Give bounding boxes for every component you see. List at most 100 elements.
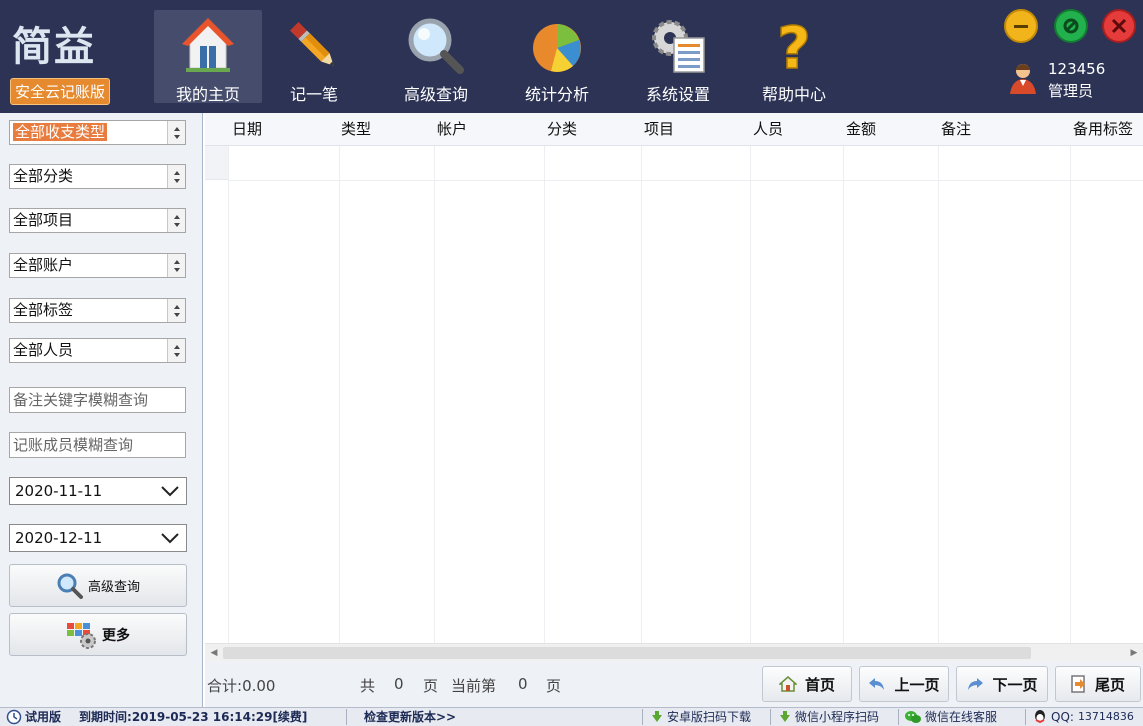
maximize-button[interactable] (1054, 9, 1088, 43)
date-to-value: 2020-12-11 (15, 529, 103, 547)
horizontal-scrollbar[interactable]: ◀ ▶ (205, 643, 1143, 661)
license-status: 试用版 (6, 708, 61, 726)
magnifier-icon (408, 18, 464, 74)
column-header-note[interactable]: 备注 (937, 113, 971, 146)
date-from-picker[interactable]: 2020-11-11 (9, 477, 187, 505)
column-header-date[interactable]: 日期 (228, 113, 262, 146)
filter-sidebar: 全部收支类型 全部分类 全部项目 全部账户 全部标签 全部人员 备注关键字模糊查… (0, 113, 203, 707)
android-download-link[interactable]: 安卓版扫码下载 (650, 708, 751, 726)
nav-statistics[interactable]: 统计分析 (503, 10, 611, 104)
wechat-mini-link[interactable]: 微信小程序扫码 (778, 708, 879, 726)
column-header-type[interactable]: 类型 (337, 113, 371, 146)
logo-subtitle: 安全云记账版 (10, 78, 111, 105)
scroll-left-icon[interactable]: ◀ (206, 645, 222, 661)
spinner-icon (167, 121, 185, 144)
android-download-label: 安卓版扫码下载 (667, 710, 752, 724)
category-filter-value: 全部分类 (13, 167, 74, 185)
row-selector[interactable] (205, 146, 228, 180)
qq-contact[interactable]: QQ: 13714836 (1032, 708, 1134, 726)
first-page-button[interactable]: 首页 (762, 666, 852, 702)
current-suffix: 页 (546, 677, 562, 695)
nav-record[interactable]: 记一笔 (260, 10, 368, 104)
member-filter-select[interactable]: 全部人员 (9, 338, 186, 363)
minimize-button[interactable] (1004, 9, 1038, 43)
column-header-project[interactable]: 项目 (640, 113, 674, 146)
project-filter-select[interactable]: 全部项目 (9, 208, 186, 233)
nav-help-label: 帮助中心 (761, 85, 826, 104)
column-header-amount[interactable]: 金额 (842, 113, 876, 146)
user-id: 123456 (1048, 60, 1106, 78)
close-button[interactable] (1102, 9, 1136, 43)
scrollbar-thumb[interactable] (223, 647, 1031, 659)
wechat-service-label: 微信在线客服 (925, 710, 998, 724)
advanced-search-button[interactable]: 高级查询 (9, 564, 187, 607)
pie-chart-icon (533, 24, 581, 72)
tag-filter-select[interactable]: 全部标签 (9, 298, 186, 323)
chevron-down-icon (161, 486, 179, 497)
check-update-link[interactable]: 检查更新版本>> (364, 708, 456, 726)
nav-settings-label: 系统设置 (645, 85, 710, 104)
next-page-label: 下一页 (992, 675, 1038, 694)
logo-title: 简益 (12, 23, 96, 70)
spinner-icon (167, 254, 185, 277)
nav-settings[interactable]: 系统设置 (624, 10, 732, 104)
user-avatar-icon (1010, 64, 1036, 94)
home-icon (182, 18, 234, 72)
spinner-icon (167, 299, 185, 322)
download-icon (780, 711, 790, 722)
nav-record-label: 记一笔 (289, 85, 338, 104)
qq-label: QQ: (1051, 710, 1074, 724)
total-value: 0.00 (242, 677, 276, 695)
expire-value: 2019-05-23 16:14:29[续费] (131, 710, 308, 724)
scroll-right-icon[interactable]: ▶ (1126, 645, 1142, 661)
category-filter-select[interactable]: 全部分类 (9, 164, 186, 189)
more-settings-icon (67, 622, 96, 649)
pencil-icon (289, 21, 334, 66)
qq-icon (1035, 710, 1045, 724)
settings-icon (652, 20, 705, 73)
question-icon: ? (776, 16, 811, 76)
member-search-input[interactable]: 记账成员模糊查询 (9, 432, 186, 458)
account-filter-select[interactable]: 全部账户 (9, 253, 186, 278)
download-icon (652, 711, 662, 722)
more-button[interactable]: 更多 (9, 613, 187, 656)
next-page-button[interactable]: 下一页 (956, 666, 1048, 702)
type-filter-value: 全部收支类型 (13, 123, 108, 141)
expire-info[interactable]: 到期时间: 2019-05-23 16:14:29[续费] (79, 708, 307, 726)
qq-number: 13714836 (1077, 710, 1134, 723)
type-filter-select[interactable]: 全部收支类型 (9, 120, 186, 145)
tag-filter-value: 全部标签 (13, 301, 74, 319)
nav-help[interactable]: ? 帮助中心 (740, 10, 848, 104)
note-search-input[interactable]: 备注关键字模糊查询 (9, 387, 186, 413)
column-header-account[interactable]: 帐户 (433, 113, 467, 146)
column-header-member[interactable]: 人员 (749, 113, 783, 146)
last-page-icon (1071, 675, 1085, 693)
column-header-spare-tag[interactable]: 备用标签 (1069, 113, 1133, 146)
wechat-service-link[interactable]: 微信在线客服 (904, 708, 997, 726)
row-divider (228, 180, 1143, 181)
table-header: 日期 类型 帐户 分类 项目 人员 金额 备注 备用标签 (205, 113, 1143, 146)
nav-home[interactable]: 我的主页 (154, 10, 262, 104)
column-divider (434, 146, 435, 643)
column-header-category[interactable]: 分类 (543, 113, 577, 146)
status-divider (898, 709, 899, 725)
maximize-icon (1063, 18, 1079, 34)
column-divider (843, 146, 844, 643)
current-prefix: 当前第 (451, 677, 497, 695)
total-label: 合计: (207, 677, 243, 695)
last-page-button[interactable]: 尾页 (1055, 666, 1141, 702)
expire-label: 到期时间: (79, 710, 132, 724)
account-filter-value: 全部账户 (13, 256, 74, 274)
status-divider (642, 709, 643, 725)
nav-advanced-query[interactable]: 高级查询 (382, 10, 490, 104)
date-to-picker[interactable]: 2020-12-11 (9, 524, 187, 552)
spinner-icon (167, 339, 185, 362)
spinner-icon (167, 209, 185, 232)
prev-page-button[interactable]: 上一页 (859, 666, 949, 702)
column-divider (339, 146, 340, 643)
nav-home-label: 我的主页 (175, 85, 240, 104)
chevron-down-icon (161, 533, 179, 544)
status-divider (1025, 709, 1026, 725)
svg-text:?: ? (777, 16, 811, 76)
column-divider (228, 146, 229, 643)
